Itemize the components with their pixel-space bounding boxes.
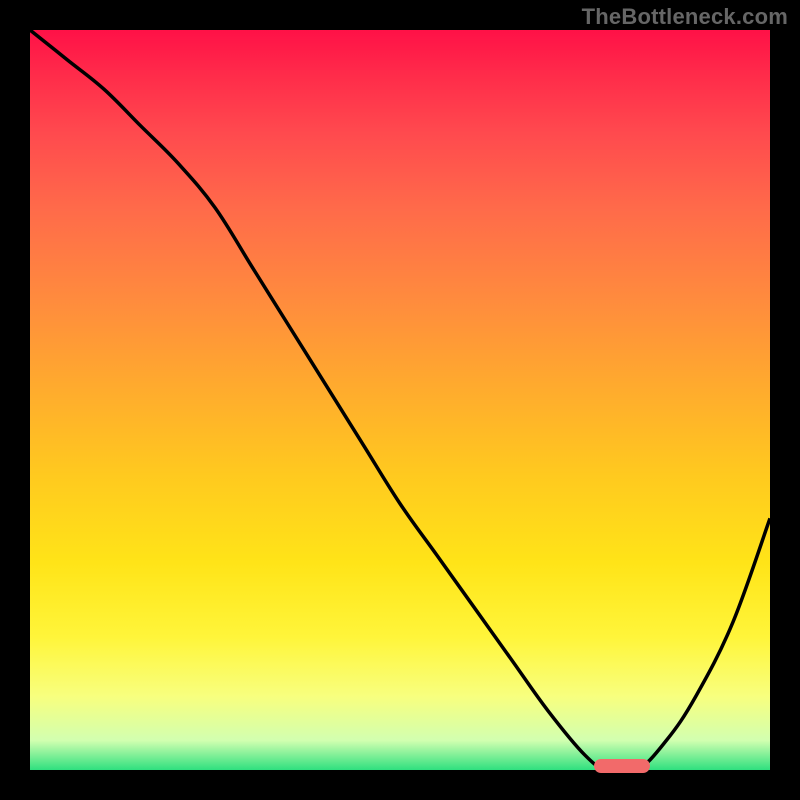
watermark-text: TheBottleneck.com [582, 4, 788, 30]
line-curve [30, 30, 770, 770]
plot-area [30, 30, 770, 770]
curve-path [30, 30, 770, 770]
chart-frame: TheBottleneck.com [0, 0, 800, 800]
optimum-marker [594, 759, 650, 773]
